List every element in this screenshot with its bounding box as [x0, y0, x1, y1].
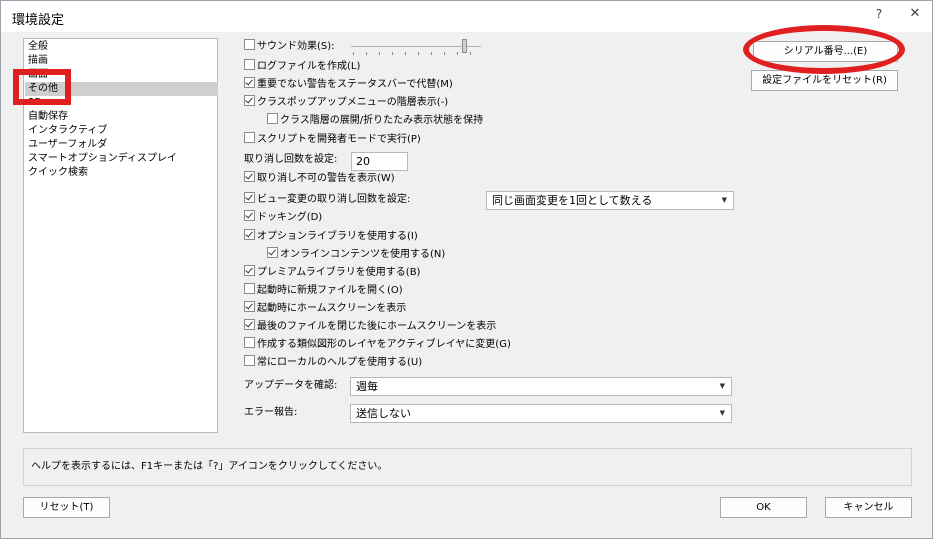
open-new-on-start-option[interactable]: 起動時に新規ファイルを開く(O)	[244, 283, 403, 299]
update-check-select-value: 週毎	[356, 380, 378, 393]
error-report-select-value: 送信しない	[356, 407, 411, 420]
use-premium-library-checkbox[interactable]	[244, 265, 255, 276]
docking-option[interactable]: ドッキング(D)	[244, 210, 322, 226]
update-check-select[interactable]: 週毎 ▼	[350, 377, 732, 396]
category-item-autosave[interactable]: 自動保存	[25, 110, 218, 124]
sound-slider-thumb[interactable]	[462, 39, 468, 53]
error-report-label: エラー報告:	[244, 407, 298, 418]
create-log-label: ログファイルを作成(L)	[257, 61, 361, 72]
sound-effect-option[interactable]: サウンド効果(S):	[244, 39, 335, 55]
local-help-label: 常にローカルのヘルプを使用する(U)	[257, 357, 423, 368]
preferences-dialog: 環境設定 ? ✕ 全般 描画 画面 その他 3D 自動保存 インタラクティブ ユ…	[0, 0, 933, 539]
local-help-option[interactable]: 常にローカルのヘルプを使用する(U)	[244, 355, 422, 371]
home-on-start-option[interactable]: 起動時にホームスクリーンを表示	[244, 301, 406, 317]
slider-tick	[431, 52, 432, 55]
category-item-other[interactable]: その他	[25, 82, 218, 96]
use-online-content-checkbox[interactable]	[267, 247, 278, 258]
home-after-close-label: 最後のファイルを閉じた後にホームスクリーンを表示	[257, 321, 497, 332]
docking-checkbox[interactable]	[244, 210, 255, 221]
class-popup-checkbox[interactable]	[244, 95, 255, 106]
home-on-start-label: 起動時にホームスクリーンを表示	[257, 303, 407, 314]
active-layer-change-option[interactable]: 作成する類似図形のレイヤをアクティブレイヤに変更(G)	[244, 337, 511, 353]
home-after-close-option[interactable]: 最後のファイルを閉じた後にホームスクリーンを表示	[244, 319, 496, 335]
create-log-option[interactable]: ログファイルを作成(L)	[244, 59, 360, 75]
undo-count-input[interactable]: 20	[351, 152, 408, 171]
view-undo-checkbox[interactable]	[244, 192, 255, 203]
category-list: 全般 描画 画面 その他 3D 自動保存 インタラクティブ ユーザーフォルダ ス…	[23, 38, 218, 433]
local-help-checkbox[interactable]	[244, 355, 255, 366]
status-bar-warnings-label: 重要でない警告をステータスバーで代替(M)	[257, 79, 453, 90]
cancel-button[interactable]: キャンセル	[825, 497, 912, 518]
home-on-start-checkbox[interactable]	[244, 301, 255, 312]
slider-tick	[470, 52, 471, 55]
slider-tick	[457, 52, 458, 55]
use-option-library-label: オプションライブラリを使用する(I)	[257, 231, 418, 242]
script-dev-mode-option[interactable]: スクリプトを開発者モードで実行(P)	[244, 132, 421, 148]
undo-warning-option[interactable]: 取り消し不可の警告を表示(W)	[244, 171, 395, 187]
home-after-close-checkbox[interactable]	[244, 319, 255, 330]
category-item-smart-options[interactable]: スマートオプションディスプレイ	[25, 152, 218, 166]
category-item-3d[interactable]: 3D	[25, 96, 218, 110]
docking-label: ドッキング(D)	[257, 212, 323, 223]
chevron-down-icon: ▼	[721, 196, 727, 204]
reset-button[interactable]: リセット(T)	[23, 497, 110, 518]
update-check-label: アップデータを確認:	[244, 380, 338, 391]
category-item-drawing[interactable]: 描画	[25, 54, 218, 68]
class-popup-label: クラスポップアップメニューの階層表示(-)	[257, 97, 449, 108]
title-bar: 環境設定 ? ✕	[1, 1, 932, 32]
view-undo-option[interactable]: ビュー変更の取り消し回数を設定:	[244, 192, 410, 208]
class-keep-state-option[interactable]: クラス階層の展開/折りたたみ表示状態を保持	[267, 113, 483, 129]
close-icon[interactable]: ✕	[904, 5, 926, 23]
help-message: ヘルプを表示するには、F1キーまたは「?」アイコンをクリックしてください。	[31, 461, 388, 472]
category-item-interactive[interactable]: インタラクティブ	[25, 124, 218, 138]
ok-button[interactable]: OK	[720, 497, 807, 518]
create-log-checkbox[interactable]	[244, 59, 255, 70]
view-undo-select[interactable]: 同じ画面変更を1回として数える ▼	[486, 191, 734, 210]
sound-effect-checkbox[interactable]	[244, 39, 255, 50]
class-keep-state-label: クラス階層の展開/折りたたみ表示状態を保持	[280, 115, 484, 126]
use-online-content-option[interactable]: オンラインコンテンツを使用する(N)	[267, 247, 445, 263]
class-keep-state-checkbox[interactable]	[267, 113, 278, 124]
category-item-display[interactable]: 画面	[25, 68, 218, 82]
undo-warning-checkbox[interactable]	[244, 171, 255, 182]
open-new-on-start-label: 起動時に新規ファイルを開く(O)	[257, 285, 403, 296]
category-item-quick-search[interactable]: クイック検索	[25, 166, 218, 180]
help-icon[interactable]: ?	[868, 5, 890, 23]
view-undo-label: ビュー変更の取り消し回数を設定:	[257, 194, 411, 205]
serial-number-button[interactable]: シリアル番号...(E)	[753, 41, 898, 62]
slider-tick	[379, 52, 380, 55]
view-undo-select-value: 同じ画面変更を1回として数える	[492, 194, 653, 207]
undo-count-label: 取り消し回数を設定:	[244, 154, 338, 165]
reset-settings-file-button[interactable]: 設定ファイルをリセット(R)	[751, 70, 898, 91]
active-layer-change-label: 作成する類似図形のレイヤをアクティブレイヤに変更(G)	[257, 339, 511, 350]
slider-tick	[353, 52, 354, 55]
use-option-library-checkbox[interactable]	[244, 229, 255, 240]
use-online-content-label: オンラインコンテンツを使用する(N)	[280, 249, 446, 260]
dialog-title: 環境設定	[12, 13, 65, 28]
open-new-on-start-checkbox[interactable]	[244, 283, 255, 294]
chevron-down-icon: ▼	[719, 382, 725, 390]
script-dev-mode-label: スクリプトを開発者モードで実行(P)	[257, 134, 421, 145]
script-dev-mode-checkbox[interactable]	[244, 132, 255, 143]
use-premium-library-label: プレミアムライブラリを使用する(B)	[257, 267, 421, 278]
status-bar-warnings-checkbox[interactable]	[244, 77, 255, 88]
slider-tick	[392, 52, 393, 55]
category-item-user-folders[interactable]: ユーザーフォルダ	[25, 138, 218, 152]
slider-tick	[418, 52, 419, 55]
use-option-library-option[interactable]: オプションライブラリを使用する(I)	[244, 229, 418, 245]
slider-tick	[444, 52, 445, 55]
help-message-area: ヘルプを表示するには、F1キーまたは「?」アイコンをクリックしてください。	[23, 448, 912, 486]
class-popup-option[interactable]: クラスポップアップメニューの階層表示(-)	[244, 95, 448, 111]
use-premium-library-option[interactable]: プレミアムライブラリを使用する(B)	[244, 265, 420, 281]
error-report-select[interactable]: 送信しない ▼	[350, 404, 732, 423]
active-layer-change-checkbox[interactable]	[244, 337, 255, 348]
slider-tick	[405, 52, 406, 55]
chevron-down-icon: ▼	[719, 409, 725, 417]
category-item-general[interactable]: 全般	[25, 40, 218, 54]
status-bar-warnings-option[interactable]: 重要でない警告をステータスバーで代替(M)	[244, 77, 453, 93]
slider-tick	[366, 52, 367, 55]
undo-warning-label: 取り消し不可の警告を表示(W)	[257, 173, 395, 184]
sound-effect-label: サウンド効果(S):	[257, 41, 335, 52]
